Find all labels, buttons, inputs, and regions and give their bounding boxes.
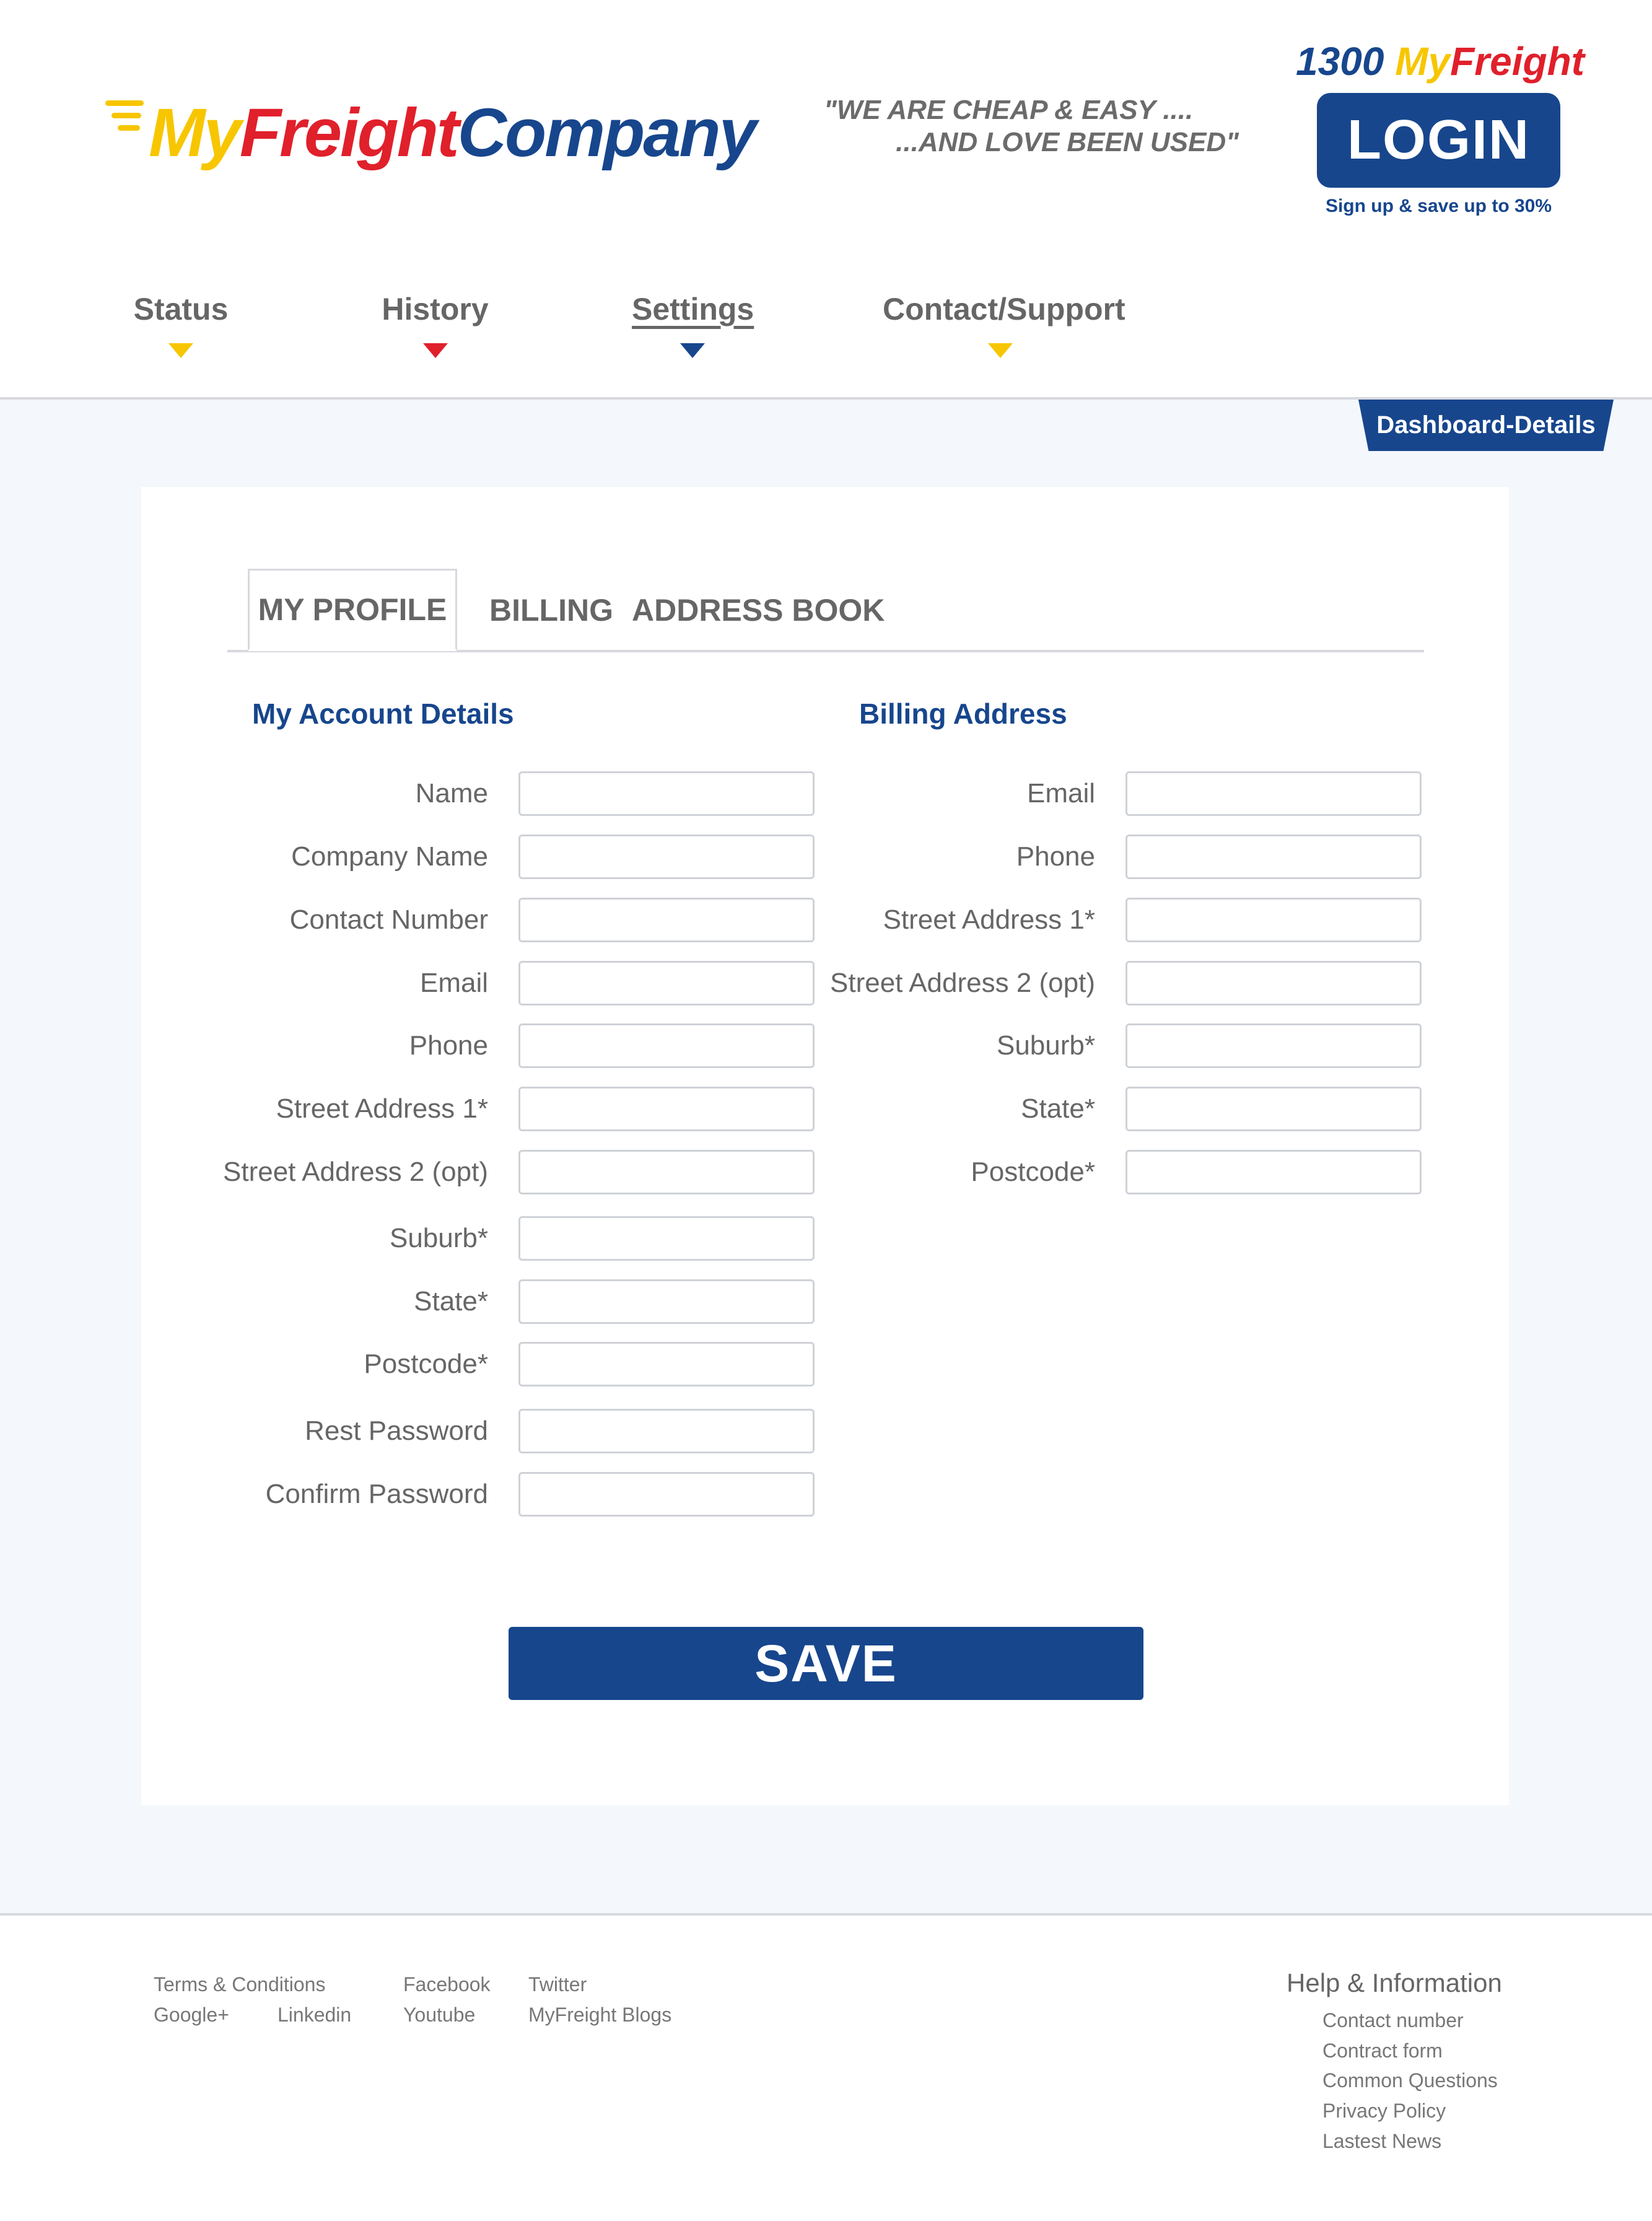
field-label: Street Address 1* xyxy=(883,905,1095,935)
billing-email-row: Email xyxy=(805,771,1422,816)
phone-field[interactable] xyxy=(518,1023,815,1068)
help-information-heading: Help & Information xyxy=(1287,1968,1502,1997)
logo-text: MyFreightCompany xyxy=(149,95,757,171)
nav-history[interactable]: History xyxy=(381,291,489,358)
reset-password-row: Rest Password xyxy=(0,1409,815,1453)
field-label: Confirm Password xyxy=(265,1479,488,1509)
tab-address-book[interactable]: ADDRESS BOOK xyxy=(632,569,885,651)
nav-settings[interactable]: Settings xyxy=(632,291,754,358)
youtube-link[interactable]: Youtube xyxy=(403,2004,475,2026)
postcode-row: Postcode* xyxy=(0,1342,815,1386)
phone-row: Phone xyxy=(0,1023,815,1068)
field-label: Name xyxy=(415,778,488,808)
billing-phone-field[interactable] xyxy=(1125,835,1422,879)
linkedin-link[interactable]: Linkedin xyxy=(278,2004,351,2026)
google-plus-link[interactable]: Google+ xyxy=(154,2004,229,2026)
street-address-1-field[interactable] xyxy=(518,1087,815,1131)
postcode-field[interactable] xyxy=(518,1342,815,1386)
tab-billing[interactable]: BILLING xyxy=(489,569,613,651)
street-address-1-row: Street Address 1* xyxy=(0,1087,815,1131)
contact-number-field[interactable] xyxy=(518,898,815,942)
signup-promo[interactable]: Sign up & save up to 30% xyxy=(1276,196,1601,217)
phone-number[interactable]: 1300 MyFreight xyxy=(1291,38,1589,84)
field-label: Contact Number xyxy=(289,905,488,935)
name-row: Name xyxy=(0,771,815,816)
field-label: Suburb* xyxy=(389,1223,488,1253)
contact-number-row: Contact Number xyxy=(0,898,815,942)
logo-speed-line xyxy=(111,113,141,118)
nav-contact-support[interactable]: Contact/Support xyxy=(883,291,1125,358)
email-row: Email xyxy=(0,961,815,1005)
tagline-line-2: ...AND LOVE BEEN USED" xyxy=(896,127,1239,157)
field-label: Phone xyxy=(409,1030,488,1061)
billing-phone-row: Phone xyxy=(805,835,1422,879)
blogs-link[interactable]: MyFreight Blogs xyxy=(528,2004,671,2026)
chevron-down-icon xyxy=(168,343,193,358)
billing-email-field[interactable] xyxy=(1125,771,1422,816)
tagline-line-1: "WE ARE CHEAP & EASY .... xyxy=(824,95,1194,125)
field-label: Company Name xyxy=(291,841,488,872)
reset-password-field[interactable] xyxy=(518,1409,815,1453)
tab-my-profile[interactable]: MY PROFILE xyxy=(248,569,457,651)
help-contract-form-link[interactable]: Contract form xyxy=(1322,2039,1443,2062)
field-label: Email xyxy=(1026,778,1095,808)
state-row: State* xyxy=(0,1279,815,1324)
logo-speed-line xyxy=(105,100,144,106)
chevron-down-icon xyxy=(422,343,448,358)
nav-status[interactable]: Status xyxy=(131,291,230,358)
chevron-down-icon xyxy=(680,343,705,358)
field-label: Suburb* xyxy=(996,1030,1095,1061)
facebook-link[interactable]: Facebook xyxy=(403,1973,491,1996)
chevron-down-icon xyxy=(988,343,1013,358)
state-field[interactable] xyxy=(518,1279,815,1324)
field-label: Street Address 2 (opt) xyxy=(223,1157,488,1187)
name-field[interactable] xyxy=(518,771,815,816)
field-label: Email xyxy=(419,968,488,998)
company-name-field[interactable] xyxy=(518,835,815,879)
field-label: Street Address 1* xyxy=(276,1093,488,1124)
billing-street-address-1-field[interactable] xyxy=(1125,898,1422,942)
save-button[interactable]: SAVE xyxy=(509,1627,1143,1700)
field-label: Phone xyxy=(1016,841,1095,872)
field-label: State* xyxy=(1021,1093,1095,1124)
help-latest-news-link[interactable]: Lastest News xyxy=(1322,2130,1441,2153)
billing-suburb-row: Suburb* xyxy=(805,1023,1422,1068)
billing-street-address-1-row: Street Address 1* xyxy=(805,898,1422,942)
suburb-row: Suburb* xyxy=(0,1216,815,1261)
billing-postcode-row: Postcode* xyxy=(805,1150,1422,1194)
twitter-link[interactable]: Twitter xyxy=(528,1973,587,1996)
billing-state-field[interactable] xyxy=(1125,1087,1422,1131)
confirm-password-field[interactable] xyxy=(518,1472,815,1517)
logo-speed-line xyxy=(118,125,140,131)
email-field[interactable] xyxy=(518,961,815,1005)
confirm-password-row: Confirm Password xyxy=(0,1472,815,1517)
billing-state-row: State* xyxy=(805,1087,1422,1131)
account-details-heading: My Account Details xyxy=(252,698,514,730)
field-label: Postcode* xyxy=(971,1157,1095,1187)
billing-postcode-field[interactable] xyxy=(1125,1150,1422,1194)
street-address-2-field[interactable] xyxy=(518,1150,815,1194)
field-label: Street Address 2 (opt) xyxy=(830,968,1095,998)
billing-suburb-field[interactable] xyxy=(1125,1023,1422,1068)
field-label: Rest Password xyxy=(305,1416,488,1446)
billing-street-address-2-row: Street Address 2 (opt) xyxy=(805,961,1422,1005)
billing-street-address-2-field[interactable] xyxy=(1125,961,1422,1005)
footer-divider xyxy=(0,1913,1652,1916)
billing-address-heading: Billing Address xyxy=(859,698,1067,730)
street-address-2-row: Street Address 2 (opt) xyxy=(0,1150,815,1194)
field-label: State* xyxy=(414,1286,488,1316)
company-name-row: Company Name xyxy=(0,835,815,879)
help-contact-number-link[interactable]: Contact number xyxy=(1322,2009,1464,2032)
help-common-questions-link[interactable]: Common Questions xyxy=(1322,2069,1498,2092)
settings-card xyxy=(141,487,1509,1805)
suburb-field[interactable] xyxy=(518,1216,815,1261)
company-logo[interactable]: MyFreightCompany xyxy=(105,93,757,173)
help-privacy-policy-link[interactable]: Privacy Policy xyxy=(1322,2100,1446,2122)
login-button[interactable]: LOGIN xyxy=(1317,93,1560,188)
tagline: "WE ARE CHEAP & EASY .... ...AND LOVE BE… xyxy=(799,94,1239,159)
terms-link[interactable]: Terms & Conditions xyxy=(154,1973,325,1996)
dashboard-details-tab[interactable]: Dashboard-Details xyxy=(1358,400,1614,451)
field-label: Postcode* xyxy=(364,1349,488,1379)
